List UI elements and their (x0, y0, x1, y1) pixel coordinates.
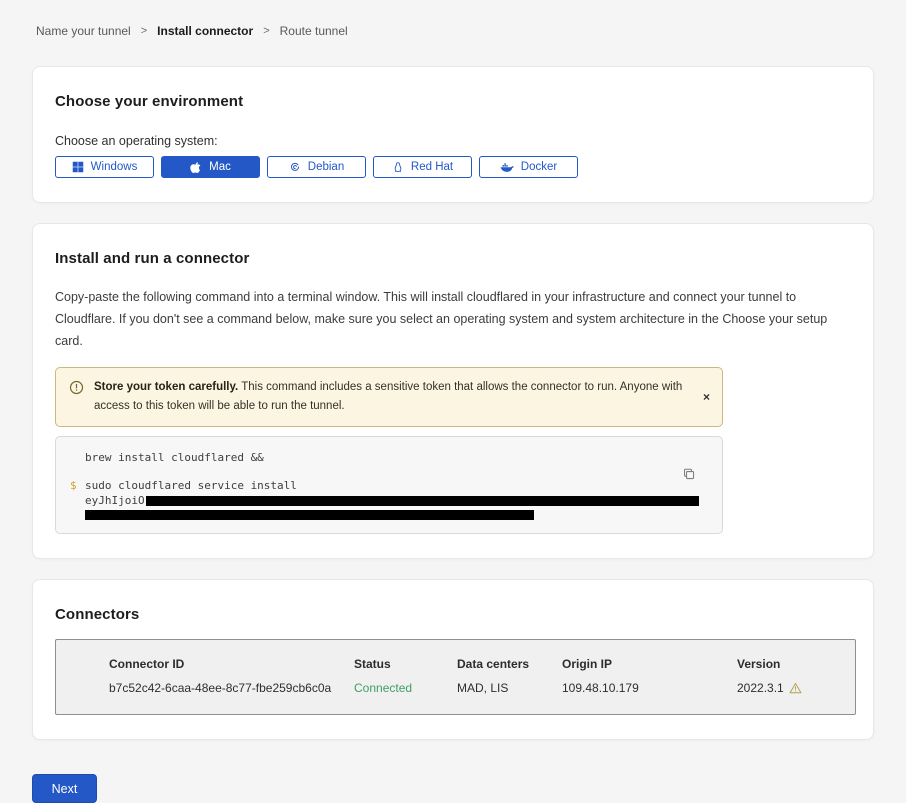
debian-icon (289, 161, 301, 173)
os-button-redhat[interactable]: Red Hat (373, 156, 472, 178)
code-line-brew: brew install cloudflared && (70, 451, 706, 466)
connectors-table-header: Connector ID Status Data centers Origin … (109, 657, 855, 671)
breadcrumb-step-name-tunnel[interactable]: Name your tunnel (36, 24, 131, 38)
redacted-token-bar-2 (85, 510, 534, 520)
code-text: sudo cloudflared service install (85, 479, 297, 494)
connectors-table: Connector ID Status Data centers Origin … (55, 639, 856, 715)
status-badge: Connected (354, 681, 457, 695)
code-line-install: $ sudo cloudflared service install (70, 479, 706, 494)
code-line-token-2 (70, 509, 706, 520)
alert-circle-icon (69, 380, 84, 416)
breadcrumb-step-route-tunnel[interactable]: Route tunnel (280, 24, 348, 38)
os-button-windows[interactable]: Windows (55, 156, 154, 178)
environment-card-title: Choose your environment (55, 93, 851, 110)
windows-icon (72, 161, 84, 173)
token-prefix: eyJhIjoiO (85, 494, 699, 509)
os-button-label: Docker (521, 161, 557, 173)
version-value: 2022.3.1 (737, 681, 855, 695)
token-warning-title: Store your token carefully. (94, 381, 238, 393)
close-icon[interactable]: × (703, 391, 710, 403)
install-card: Install and run a connector Copy-paste t… (32, 223, 874, 559)
origin-ip-value: 109.48.10.179 (562, 681, 737, 695)
warning-triangle-icon (789, 682, 802, 694)
connectors-card-title: Connectors (55, 606, 851, 623)
header-connector-id: Connector ID (109, 657, 354, 671)
header-version: Version (737, 657, 855, 671)
data-centers-value: MAD, LIS (457, 681, 562, 695)
header-origin-ip: Origin IP (562, 657, 737, 671)
redacted-token-bar (146, 496, 699, 506)
os-button-label: Windows (91, 161, 138, 173)
breadcrumb-separator: > (263, 25, 269, 37)
redhat-linux-icon (392, 161, 404, 174)
environment-card: Choose your environment Choose an operat… (32, 66, 874, 203)
page: Name your tunnel > Install connector > R… (0, 0, 906, 803)
code-blank-line (70, 465, 706, 479)
token-warning-banner: Store your token carefully. This command… (55, 367, 723, 427)
os-button-mac[interactable]: Mac (161, 156, 260, 178)
install-description: Copy-paste the following command into a … (55, 287, 851, 353)
code-text: brew install cloudflared && (85, 451, 264, 466)
token-warning-text: Store your token carefully. This command… (94, 378, 688, 416)
os-button-label: Debian (308, 161, 344, 173)
install-card-title: Install and run a connector (55, 250, 851, 267)
token-prefix-text: eyJhIjoiO (85, 494, 145, 507)
prompt-gutter (70, 451, 85, 466)
os-button-label: Mac (209, 161, 231, 173)
install-command-codeblock: brew install cloudflared && $ sudo cloud… (55, 436, 723, 535)
connector-row: b7c52c42-6caa-48ee-8c77-fbe259cb6c0a Con… (109, 681, 855, 695)
os-button-group: Windows Mac Debian Red Hat Docker (55, 156, 851, 178)
shell-prompt: $ (70, 479, 85, 494)
os-button-debian[interactable]: Debian (267, 156, 366, 178)
docker-icon (500, 161, 514, 173)
code-line-token: eyJhIjoiO (70, 494, 706, 509)
apple-icon (190, 161, 202, 174)
connectors-card: Connectors Connector ID Status Data cent… (32, 579, 874, 740)
prompt-gutter (70, 494, 85, 509)
breadcrumb: Name your tunnel > Install connector > R… (32, 0, 874, 38)
connector-id-value: b7c52c42-6caa-48ee-8c77-fbe259cb6c0a (109, 681, 354, 695)
header-data-centers: Data centers (457, 657, 562, 671)
prompt-gutter (70, 509, 85, 520)
breadcrumb-step-install-connector[interactable]: Install connector (157, 24, 253, 38)
version-number: 2022.3.1 (737, 681, 784, 695)
os-button-docker[interactable]: Docker (479, 156, 578, 178)
breadcrumb-separator: > (141, 25, 147, 37)
os-button-label: Red Hat (411, 161, 453, 173)
copy-icon[interactable] (682, 467, 696, 484)
next-button[interactable]: Next (32, 774, 97, 803)
os-select-label: Choose an operating system: (55, 134, 851, 148)
header-status: Status (354, 657, 457, 671)
